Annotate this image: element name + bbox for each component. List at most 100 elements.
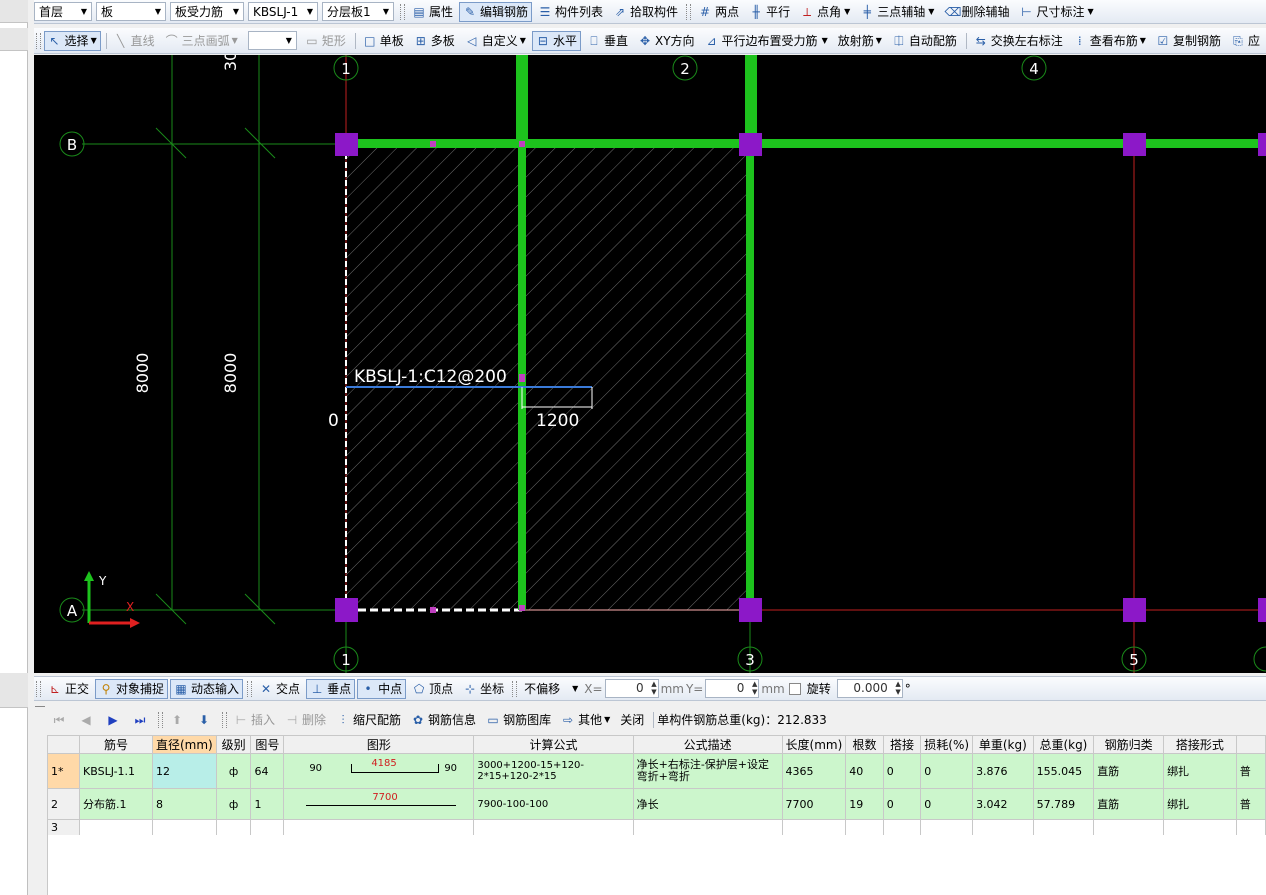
cell-loss[interactable]: 0 [920,788,974,820]
cell-formula-desc[interactable] [632,819,783,836]
toolbar-grip[interactable] [36,680,41,697]
intersection-snap[interactable]: ✕ 交点 [255,679,304,699]
category-select[interactable]: 板 ▼ [96,2,166,21]
midpoint-snap[interactable]: • 中点 [357,678,407,699]
toolbar-grip[interactable] [158,711,163,728]
dropdown-arrow-icon[interactable]: ▼ [1140,36,1146,45]
header-cell[interactable]: 计算公式 [473,735,634,754]
cell-grade[interactable]: ф [215,753,252,789]
cell-extra[interactable]: 普 [1235,753,1266,789]
cell-length[interactable]: 4365 [781,753,847,789]
cell-formula[interactable] [473,819,634,836]
custom-button[interactable]: ◁ 自定义 ▼ [461,31,530,51]
shape-select[interactable]: ▼ [247,31,297,50]
grip-point[interactable] [519,141,525,147]
horizontal-button[interactable]: ⊟ 水平 [531,30,581,51]
dropdown-arrow-icon[interactable]: ▼ [1087,7,1093,16]
header-cell[interactable]: 钢筋归类 [1093,735,1165,754]
dimension-button[interactable]: ⊢ 尺寸标注 ▼ [1015,2,1097,22]
cell-bar-name[interactable] [79,819,153,836]
swap-label-button[interactable]: ⇆ 交换左右标注 [970,31,1067,51]
cell-lap[interactable] [882,819,922,836]
cell-grade[interactable]: ф [215,788,252,820]
toolbar-grip[interactable] [36,32,41,49]
select-button[interactable]: ↖ 选择 ▼ [43,30,101,51]
view-rebar-button[interactable]: ⁞ 查看布筋 ▼ [1069,31,1150,51]
parallel-edge-button[interactable]: ⊿ 平行边布置受力筋 ▼ [701,31,832,51]
cell-shape-no[interactable]: 1 [250,788,285,820]
x-offset-input[interactable]: 0 ▲ ▼ [604,679,659,698]
parallel-axis-button[interactable]: ╫ 平行 [745,2,794,22]
dropdown-arrow-icon[interactable]: ▼ [232,36,238,45]
three-point-axis-button[interactable]: ╪ 三点辅轴 ▼ [856,2,938,22]
column[interactable] [335,133,358,156]
scale-rebar-button[interactable]: ⫶ 缩尺配筋 [332,710,405,730]
cell-extra[interactable] [1235,819,1266,836]
xy-direction-button[interactable]: ✥ XY方向 [634,31,699,51]
other-menu-button[interactable]: ⇨ 其他 ▼ [557,710,614,730]
cell-total-weight[interactable] [1032,819,1095,836]
arc-button[interactable]: ⌒ 三点画弧 ▼ [161,31,242,51]
spinner-icon[interactable]: ▲ ▼ [895,680,900,696]
ortho-toggle[interactable]: ⊾ 正交 [44,679,93,699]
auto-rebar-button[interactable]: ⎅ 自动配筋 [888,31,961,51]
move-down-button[interactable]: ⬇ [193,710,218,730]
first-record-button[interactable]: ⏮ [48,710,73,730]
cell-category[interactable]: 直筋 [1093,753,1165,789]
header-cell[interactable]: 公式描述 [632,735,783,754]
grip-point[interactable] [430,607,436,613]
dynamic-input-toggle[interactable]: ▦ 动态输入 [170,678,244,699]
cell-lap[interactable]: 0 [882,788,922,820]
cell-bar-name[interactable]: 分布筋.1 [79,788,153,820]
column[interactable] [1123,133,1146,156]
cell-lap[interactable]: 0 [882,753,922,789]
column[interactable] [1258,598,1266,622]
cell-shape[interactable]: 90 4185 90 [283,753,475,789]
cell-formula-desc[interactable]: 净长+右标注-保护层+设定弯折+弯折 [632,753,783,789]
toolbar-grip[interactable] [400,3,405,20]
right-extension-label[interactable]: 1200 [536,411,579,431]
rebar-library-button[interactable]: ▭ 钢筋图库 [482,710,555,730]
cell-formula[interactable]: 7900-100-100 [473,788,634,820]
cell-loss[interactable] [920,819,974,836]
single-board-button[interactable]: □ 单板 [359,31,408,51]
beam[interactable] [746,144,754,610]
cell-diameter[interactable]: 8 [151,788,217,820]
cell-diameter[interactable] [151,819,217,836]
component-name-select[interactable]: KBSLJ-1 ▼ [248,2,318,21]
cell-unit-weight[interactable]: 3.042 [972,788,1034,820]
cell-extra[interactable]: 普 [1235,788,1266,820]
header-cell[interactable]: 损耗(%) [920,735,974,754]
vertex-snap[interactable]: ⬠ 顶点 [408,679,457,699]
toolbar-grip[interactable] [686,3,692,20]
layer-select[interactable]: 分层板1 ▼ [322,2,394,21]
table-row[interactable]: 1* KBSLJ-1.1 12 ф 64 90 4185 90 3000+120… [46,753,1266,789]
header-cell[interactable]: 长度(mm) [781,735,847,754]
rebar-label[interactable]: KBSLJ-1:C12@200 [354,367,507,387]
cell-unit-weight[interactable] [972,819,1034,836]
cell-count[interactable] [845,819,884,836]
cell-shape-no[interactable] [250,819,285,836]
line-button[interactable]: ╲ 直线 [110,31,159,51]
toolbar-grip[interactable] [247,680,253,697]
cell-lap-type[interactable] [1163,819,1237,836]
dropdown-arrow-icon[interactable]: ▼ [928,7,934,16]
toolbar-grip[interactable] [512,680,518,697]
apply-button[interactable]: ⎘ 应 [1227,31,1264,51]
cell-grade[interactable] [215,819,252,836]
table-row[interactable]: 3 [46,819,1266,836]
edit-rebar-button[interactable]: ✎ 编辑钢筋 [459,1,533,22]
column[interactable] [739,133,762,156]
cell-lap-type[interactable]: 绑扎 [1163,753,1237,789]
multi-board-button[interactable]: ⊞ 多板 [410,31,459,51]
toolbar-grip[interactable] [222,711,227,728]
table-empty-area[interactable] [47,835,1266,895]
row-number[interactable]: 2 [46,788,81,820]
next-record-button[interactable]: ▶ [102,710,127,730]
header-cell[interactable]: 搭接 [882,735,922,754]
table-row[interactable]: 2 分布筋.1 8 ф 1 7700 7900-100-100 净长 7700 … [46,788,1266,820]
copy-rebar-button[interactable]: ☑ 复制钢筋 [1152,31,1225,51]
header-cell[interactable]: 总重(kg) [1032,735,1095,754]
cell-category[interactable]: 直筋 [1093,788,1165,820]
cell-formula-desc[interactable]: 净长 [632,788,783,820]
